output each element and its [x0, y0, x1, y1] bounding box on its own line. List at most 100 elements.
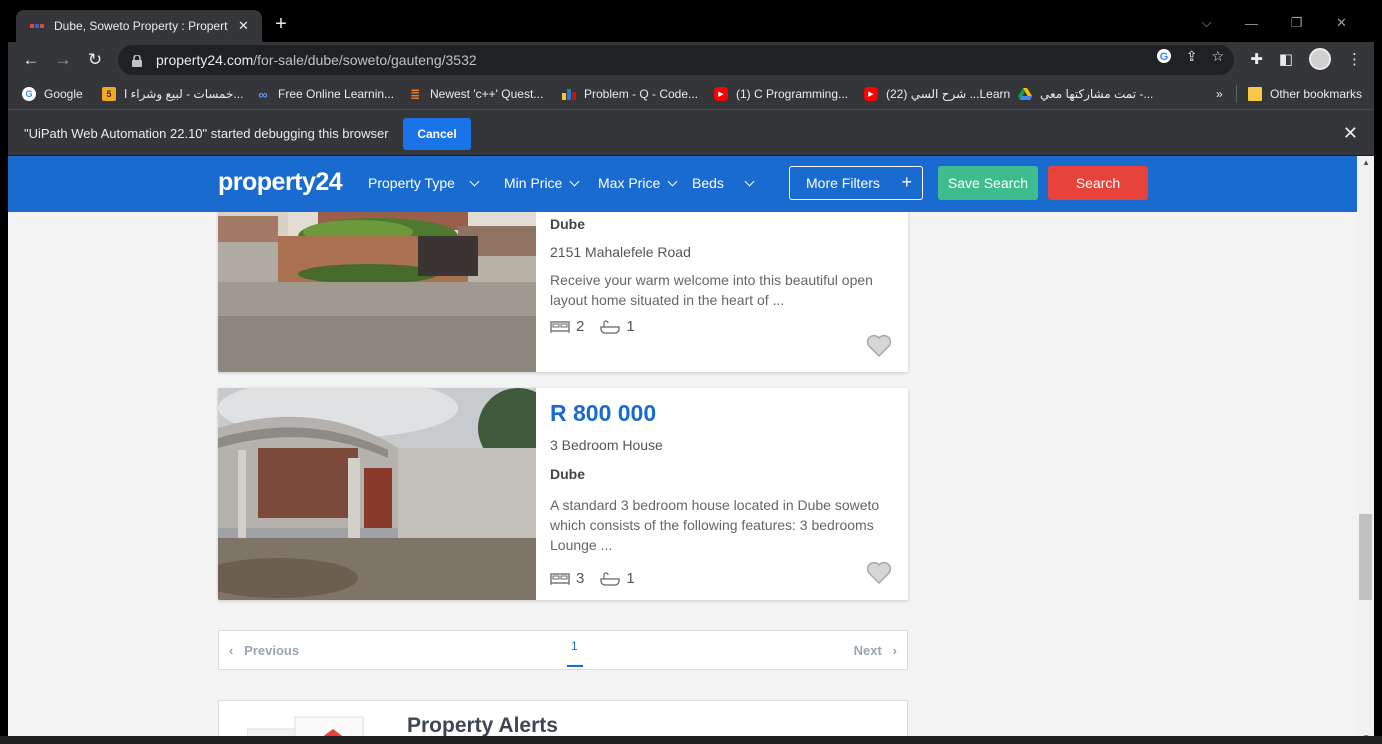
listing-photo[interactable]: [218, 388, 536, 600]
bookmark-codeforces[interactable]: Problem - Q - Code...: [562, 86, 698, 102]
coursera-icon: ∞: [258, 86, 268, 102]
youtube-icon: ▶: [864, 87, 878, 101]
next-page-link[interactable]: Next ›: [854, 643, 897, 658]
browser-tab[interactable]: Dube, Soweto Property : Property24 ✕: [16, 10, 262, 42]
bed-icon: [550, 572, 570, 585]
listing-features: 3 1: [550, 570, 635, 587]
bookmark-drive[interactable]: تمت مشاركتها معي -...: [1018, 86, 1153, 102]
property24-logo[interactable]: property24: [218, 168, 343, 197]
bed-count: 2: [576, 318, 585, 335]
bookmarks-overflow-chevron-icon[interactable]: »: [1216, 86, 1223, 102]
listing-card[interactable]: 2 Bedroom House Dube 2151 Mahalefele Roa…: [218, 196, 908, 372]
khamsat-icon: 5: [102, 87, 116, 101]
previous-page-link[interactable]: ‹ Previous: [229, 643, 299, 658]
stackoverflow-icon: ≣: [409, 87, 421, 101]
site-header: property24 Property Type Min Price Max P…: [8, 156, 1357, 212]
max-price-dropdown[interactable]: Max Price: [598, 175, 678, 191]
property24-favicon-icon: [30, 19, 44, 33]
infobar-close-icon[interactable]: ✕: [1343, 123, 1358, 144]
chevron-down-icon: [469, 176, 480, 186]
bookmark-youtube-learn[interactable]: ▶ (22) شرح السي ...Learn: [864, 86, 1010, 102]
bookmark-stackoverflow[interactable]: ≣ Newest 'c++' Quest...: [408, 86, 543, 102]
screen: Dube, Soweto Property : Property24 ✕ + ⌵…: [0, 0, 1382, 744]
favourite-heart-icon[interactable]: [866, 561, 892, 585]
page-scrollbar[interactable]: ▲ ▼: [1357, 156, 1374, 744]
forward-arrow-icon[interactable]: →: [52, 50, 74, 70]
restore-icon[interactable]: ❐: [1274, 15, 1319, 31]
beds-dropdown[interactable]: Beds: [692, 175, 755, 191]
scrollbar-thumb[interactable]: [1359, 514, 1372, 600]
close-window-icon[interactable]: ✕: [1319, 15, 1364, 31]
other-bookmarks[interactable]: Other bookmarks: [1248, 86, 1362, 102]
bookmark-google[interactable]: G Google: [22, 86, 83, 102]
bookmark-star-icon[interactable]: ☆: [1211, 48, 1224, 67]
min-price-dropdown[interactable]: Min Price: [504, 175, 580, 191]
plus-icon: +: [901, 172, 912, 192]
cancel-debugging-button[interactable]: Cancel: [403, 118, 471, 150]
folder-icon: [1248, 87, 1262, 101]
lock-icon: [132, 54, 142, 67]
chevron-down-icon: [667, 176, 678, 186]
address-bar[interactable]: property24.com/for-sale/dube/soweto/gaut…: [118, 45, 1234, 75]
google-lens-icon[interactable]: G: [1156, 48, 1172, 67]
bath-icon: [600, 319, 620, 334]
url-text: property24.com/for-sale/dube/soweto/gaut…: [156, 52, 477, 68]
property-alerts-title: Property Alerts: [407, 714, 558, 737]
menu-kebab-icon[interactable]: ⋮: [1347, 50, 1362, 68]
drive-icon: [1018, 87, 1032, 101]
google-icon: G: [22, 87, 36, 101]
page-viewport: property24 Property Type Min Price Max P…: [8, 156, 1374, 744]
bookmark-coursera[interactable]: ∞ Free Online Learnin...: [256, 86, 394, 102]
bookmark-youtube-c[interactable]: ▶ (1) C Programming...: [714, 86, 848, 102]
property-type-label: 3 Bedroom House: [550, 437, 663, 453]
page-number-current[interactable]: 1: [571, 639, 578, 653]
bed-icon: [550, 320, 570, 333]
scroll-up-arrow-icon[interactable]: ▲: [1362, 158, 1370, 167]
pagination: ‹ Previous 1 Next ›: [218, 630, 908, 670]
window-controls: ⌵ — ❐ ✕: [1184, 8, 1364, 38]
listing-photo[interactable]: [218, 196, 536, 372]
tab-search-chevron-icon[interactable]: ⌵: [1184, 15, 1229, 31]
profile-avatar[interactable]: [1309, 48, 1331, 70]
address-label: 2151 Mahalefele Road: [550, 244, 691, 260]
youtube-icon: ▶: [714, 87, 728, 101]
toolbar-right: ✚ ◧ ⋮: [1250, 48, 1362, 70]
property-type-dropdown[interactable]: Property Type: [368, 175, 480, 191]
debugging-message: "UiPath Web Automation 22.10" started de…: [24, 126, 389, 141]
search-button[interactable]: Search: [1048, 166, 1148, 200]
suburb-label: Dube: [550, 466, 585, 482]
side-panel-icon[interactable]: ◧: [1279, 50, 1293, 68]
bath-count: 1: [626, 570, 635, 587]
browser-window: Dube, Soweto Property : Property24 ✕ + ⌵…: [8, 8, 1374, 744]
new-tab-plus-icon[interactable]: +: [270, 14, 292, 36]
share-icon[interactable]: ⇪: [1186, 48, 1198, 67]
bookmarks-bar: G Google 5 خمسات - لبيع وشراء ا... ∞ Fre…: [8, 78, 1374, 110]
chevron-down-icon: [569, 176, 580, 186]
listing-description: A standard 3 bedroom house located in Du…: [550, 497, 880, 553]
bath-count: 1: [626, 318, 635, 335]
save-search-button[interactable]: Save Search: [938, 166, 1038, 200]
favourite-heart-icon[interactable]: [866, 334, 892, 358]
debugging-infobar: "UiPath Web Automation 22.10" started de…: [8, 110, 1374, 156]
listing-price[interactable]: R 800 000: [550, 400, 656, 427]
extensions-puzzle-icon[interactable]: ✚: [1250, 50, 1263, 68]
tab-title: Dube, Soweto Property : Property24: [54, 19, 228, 33]
chevron-down-icon: [744, 176, 755, 186]
suburb-label: Dube: [550, 216, 585, 232]
back-arrow-icon[interactable]: ←: [20, 50, 42, 70]
omnibox-icons: G ⇪ ☆: [1156, 48, 1224, 67]
bookmarks-divider: [1236, 85, 1237, 103]
tab-close-icon[interactable]: ✕: [238, 18, 249, 34]
svg-text:G: G: [1159, 51, 1168, 63]
minimize-icon[interactable]: —: [1229, 16, 1274, 31]
listing-card[interactable]: R 800 000 3 Bedroom House Dube A standar…: [218, 388, 908, 600]
codeforces-icon: [562, 87, 576, 101]
tab-strip: Dube, Soweto Property : Property24 ✕ + ⌵…: [8, 8, 1374, 42]
reload-icon[interactable]: ↻: [84, 50, 106, 70]
listing-description: Receive your warm welcome into this beau…: [550, 272, 873, 308]
more-filters-button[interactable]: More Filters +: [789, 166, 923, 200]
current-page-indicator: [567, 665, 583, 667]
bookmark-khamsat[interactable]: 5 خمسات - لبيع وشراء ا...: [102, 86, 243, 102]
listing-features: 2 1: [550, 318, 635, 335]
bath-icon: [600, 571, 620, 586]
